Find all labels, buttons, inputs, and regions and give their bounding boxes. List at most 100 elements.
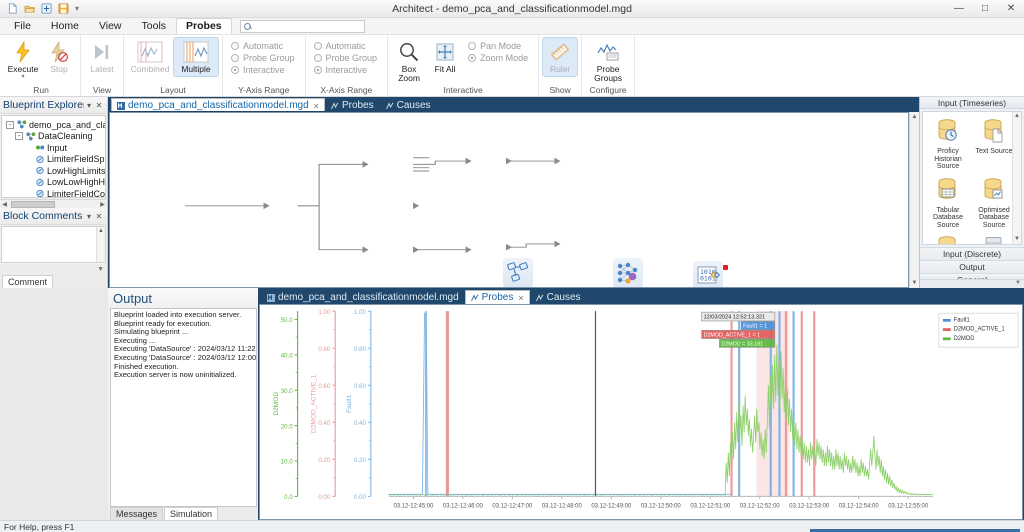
- doc-tab-probes-label: Probes: [341, 100, 374, 111]
- probe-groups-button[interactable]: Probe Groups: [586, 38, 630, 85]
- canvas-scroll-down-icon[interactable]: ▼: [910, 278, 919, 288]
- doc-tab-model[interactable]: demo_pca_and_classificationmodel.mgd ×: [111, 98, 325, 112]
- ribbon-search-box[interactable]: [239, 19, 365, 33]
- palette-item-tabular-database-source[interactable]: Tabular Database Source: [925, 175, 971, 232]
- palette-item-opc-classic-server-source[interactable]: OPC Classic Server Source: [971, 233, 1017, 244]
- tree-item-demo-pca-and-classification[interactable]: - demo_pca_and_classification: [3, 119, 105, 131]
- scroll-right-icon[interactable]: ▶: [98, 201, 107, 208]
- group-title-layout: Layout: [160, 85, 186, 95]
- node-modelfieldsplitter[interactable]: ModelFieldSplitter: [488, 258, 548, 287]
- blueprint-tree[interactable]: -demo_pca_and_classification-DataCleanin…: [1, 115, 106, 198]
- palette-section-output[interactable]: Output: [920, 260, 1024, 273]
- probe-tab-probes[interactable]: Probes ×: [464, 290, 530, 304]
- fit-all-button[interactable]: Fit All: [428, 38, 462, 76]
- new-document-icon[interactable]: [5, 2, 19, 16]
- palette-item-opc-classic-client-source[interactable]: OPC Classic Client Source: [925, 233, 971, 244]
- box-zoom-button[interactable]: Box Zoom: [392, 38, 426, 85]
- node-classencoder[interactable]: 1010 0101 ClassEncoder_02: [678, 261, 737, 287]
- tree-item-lowhighlimits[interactable]: LowHighLimits: [3, 165, 105, 177]
- doc-tab-causes[interactable]: Causes: [379, 98, 437, 112]
- tree-item-limiterfieldsplitter[interactable]: LimiterFieldSplitter: [3, 154, 105, 166]
- stop-button[interactable]: Stop: [42, 38, 76, 76]
- canvas-vertical-scrollbar[interactable]: ▲ ▼: [909, 112, 919, 288]
- radio-icon: [313, 54, 322, 62]
- tab-home[interactable]: Home: [41, 18, 89, 34]
- scroll-left-icon[interactable]: ◀: [0, 201, 9, 208]
- output-log[interactable]: Blueprint loaded into execution server. B…: [110, 308, 257, 507]
- tree-item-limiterfieldcombiner[interactable]: LimiterFieldCombiner: [3, 188, 105, 197]
- palette-item-proficy-historian-source[interactable]: Proficy Historian Source: [925, 116, 971, 173]
- tree-expander-icon[interactable]: -: [6, 120, 14, 129]
- add-item-icon[interactable]: [39, 2, 53, 16]
- x-tick-label: 03.12-12:52:00: [740, 504, 781, 510]
- palette-header-input-timeseries[interactable]: Input (Timeseries): [920, 97, 1024, 109]
- node-classencoder-box[interactable]: 1010 0101: [692, 261, 728, 287]
- tree-expander-icon[interactable]: -: [15, 132, 23, 141]
- block-comments-scrollbar[interactable]: ▲: [96, 227, 105, 262]
- palette-scroll-up-icon[interactable]: ▲: [1013, 112, 1021, 121]
- combined-button[interactable]: Combined: [128, 38, 172, 76]
- doc-tab-close-icon[interactable]: ×: [314, 101, 319, 111]
- tab-comment[interactable]: Comment: [2, 275, 54, 288]
- probe-chart[interactable]: 0.0 10.0 20.0 30.0 40.0 50.0 D2MOD 0.00 0.20 0.40…: [259, 304, 1023, 520]
- palette-footer-scroll-icon[interactable]: ▼: [920, 279, 1024, 288]
- node-nonlinearclassificationmodel[interactable]: NonlinearClassificationModel: [580, 258, 677, 287]
- execute-dropdown-icon[interactable]: ▾: [21, 74, 24, 80]
- tree-item-lowlowhighhighlim[interactable]: LowLowHighHighLim: [3, 177, 105, 189]
- tab-file[interactable]: File: [4, 18, 41, 34]
- tab-probes[interactable]: Probes: [176, 18, 232, 34]
- latest-button[interactable]: Latest: [85, 38, 119, 76]
- canvas-scroll-up-icon[interactable]: ▲: [910, 112, 919, 122]
- palette-items-container[interactable]: Proficy Historian Source Text Source Tabul…: [922, 111, 1022, 245]
- fault-band: [447, 311, 450, 497]
- block-comments-pin-icon[interactable]: ▾: [84, 212, 94, 221]
- doc-tab-probes[interactable]: Probes: [324, 98, 380, 112]
- blueprint-tree-hscrollbar[interactable]: ◀ ▶: [0, 199, 107, 208]
- palette-scrollbar[interactable]: ▲ ▼: [1012, 112, 1021, 244]
- blueprint-explorer-close-icon[interactable]: ✕: [94, 101, 104, 110]
- block-comments-close-icon[interactable]: ✕: [94, 212, 104, 221]
- tab-simulation[interactable]: Simulation: [164, 507, 219, 520]
- tab-tools[interactable]: Tools: [132, 18, 177, 34]
- block-comments-textarea[interactable]: ▲: [1, 226, 106, 263]
- tree-item-input[interactable]: Input: [3, 142, 104, 154]
- probe-chart-svg[interactable]: 0.0 10.0 20.0 30.0 40.0 50.0 D2MOD 0.00 0.20 0.40…: [260, 305, 1022, 519]
- palette-item-optimised-database-source[interactable]: Optimised Database Source: [971, 175, 1017, 232]
- node-nonlinearclassificationmodel-box[interactable]: [613, 258, 644, 287]
- x-axis-probe-group-radio[interactable]: Probe Group: [313, 53, 377, 63]
- tab-messages[interactable]: Messages: [110, 507, 164, 520]
- probe-tab-close-icon[interactable]: ×: [518, 293, 523, 303]
- x-axis-automatic-radio[interactable]: Automatic: [313, 41, 378, 51]
- output-title: Output: [108, 288, 258, 308]
- pan-mode-radio[interactable]: Pan Mode: [468, 41, 528, 51]
- probe-tab-model[interactable]: demo_pca_and_classificationmodel.mgd: [261, 290, 465, 304]
- zoom-mode-radio[interactable]: Zoom Mode: [468, 53, 528, 63]
- scroll-up-icon[interactable]: ▲: [97, 227, 105, 236]
- blueprint-canvas[interactable]: DataSource: [109, 112, 909, 288]
- palette-item-text-source[interactable]: Text Source: [971, 116, 1017, 173]
- palette-section-input-discrete[interactable]: Input (Discrete): [920, 247, 1024, 260]
- scroll-thumb[interactable]: [11, 200, 55, 208]
- block-comments-dropdown-icon[interactable]: ▼: [0, 264, 107, 275]
- tree-item-datacleaning[interactable]: - DataCleaning: [3, 131, 104, 143]
- window-title: Architect - demo_pca_and_classificationm…: [392, 2, 632, 15]
- y-axis-interactive-radio[interactable]: Interactive: [231, 65, 295, 75]
- ruler-button[interactable]: Ruler: [542, 37, 579, 77]
- y-axis-probe-group-radio[interactable]: Probe Group: [231, 53, 295, 63]
- tab-view[interactable]: View: [89, 18, 132, 34]
- y-axis-automatic-radio[interactable]: Automatic: [231, 41, 295, 51]
- palette-scroll-down-icon[interactable]: ▼: [1013, 235, 1021, 244]
- minimize-button[interactable]: —: [946, 0, 972, 18]
- probe-tab-causes[interactable]: Causes: [529, 290, 587, 304]
- window-controls: — □ ✕: [946, 0, 1024, 18]
- quick-access-overflow-icon[interactable]: ▾: [73, 4, 81, 13]
- close-button[interactable]: ✕: [998, 0, 1024, 18]
- multiple-button[interactable]: Multiple: [173, 37, 219, 77]
- open-folder-icon[interactable]: [22, 2, 36, 16]
- maximize-button[interactable]: □: [972, 0, 998, 18]
- execute-button[interactable]: Execute ▾: [6, 38, 40, 82]
- node-modelfieldsplitter-box[interactable]: [503, 258, 534, 287]
- x-axis-interactive-radio[interactable]: Interactive: [313, 65, 378, 75]
- save-disk-icon[interactable]: [56, 2, 70, 16]
- blueprint-explorer-pin-icon[interactable]: ▾: [84, 101, 94, 110]
